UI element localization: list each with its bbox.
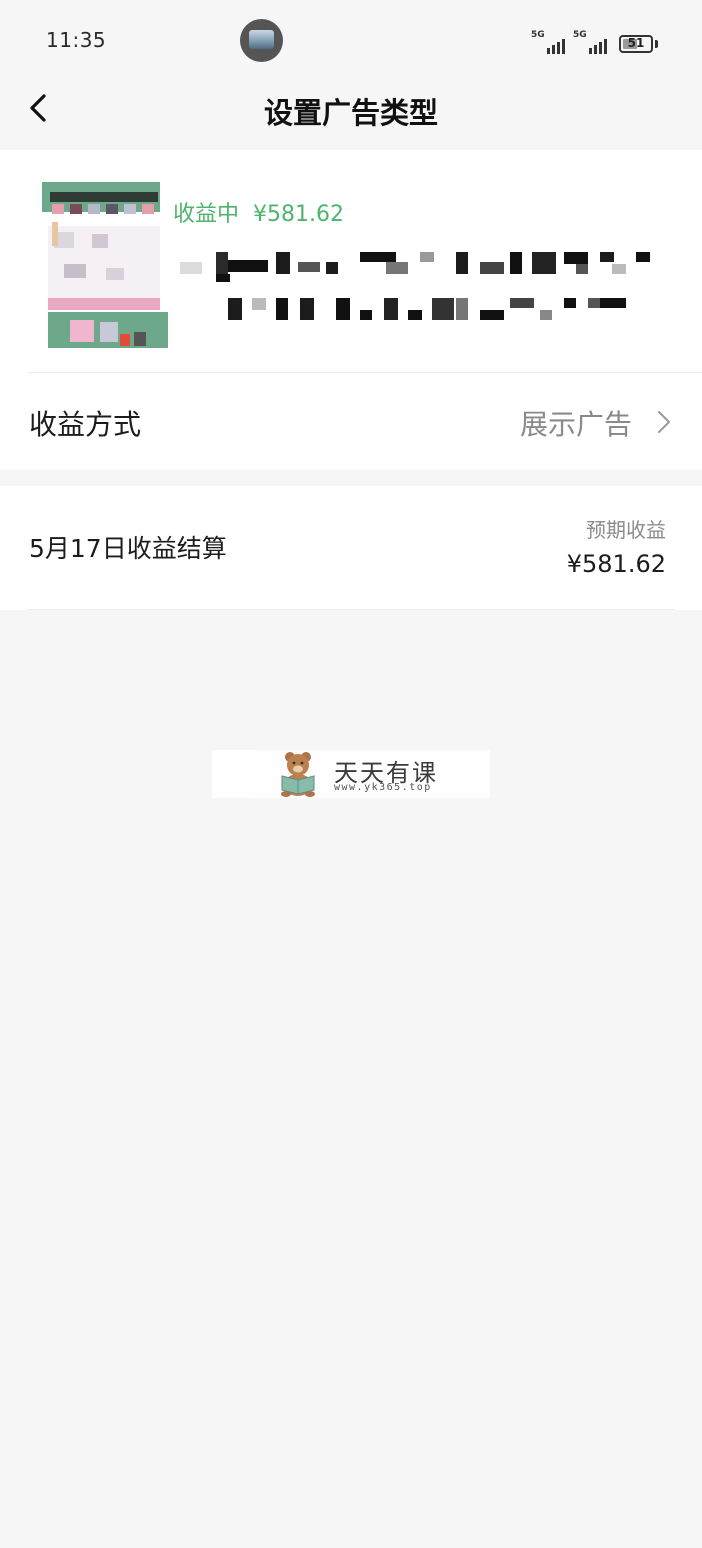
bear-reading-icon xyxy=(281,752,315,797)
watermark: 天天有课 www.yk365.top xyxy=(212,750,490,798)
gallery-app-icon xyxy=(240,19,283,62)
revenue-method-value: 展示广告 xyxy=(519,408,632,441)
ad-earning-amount: ¥581.62 xyxy=(253,202,344,227)
status-time: 11:35 xyxy=(46,28,107,52)
expected-earnings-amount: ¥581.62 xyxy=(566,550,666,578)
settlement-date-label: 5月17日收益结算 xyxy=(29,534,227,563)
ad-card[interactable]: 收益中 ¥581.62 收益方式 展示广告 xyxy=(0,150,702,470)
nav-bar: 设置广告类型 xyxy=(0,80,702,148)
signal-icon: 5G xyxy=(531,30,565,54)
battery-level: 51 xyxy=(627,36,645,50)
revenue-method-row[interactable]: 收益方式 展示广告 xyxy=(0,373,702,470)
ad-title-redacted xyxy=(180,248,650,328)
ad-thumbnail xyxy=(42,182,168,350)
revenue-method-label: 收益方式 xyxy=(29,408,142,441)
page-title: 设置广告类型 xyxy=(263,96,438,130)
status-indicators: 5G 5G 51 xyxy=(531,28,658,54)
ad-status-label: 收益中 xyxy=(173,202,240,227)
settlement-row[interactable]: 5月17日收益结算 预期收益 ¥581.62 xyxy=(0,486,702,610)
divider xyxy=(28,609,674,610)
ad-earning-status: 收益中 ¥581.62 xyxy=(173,196,344,228)
chevron-right-icon xyxy=(658,411,670,433)
signal-icon: 5G xyxy=(573,30,607,54)
battery-icon: 51 xyxy=(619,35,653,53)
watermark-url: www.yk365.top xyxy=(334,782,432,793)
expected-earnings-label: 预期收益 xyxy=(586,518,666,542)
status-bar: 11:35 5G 5G 51 xyxy=(0,0,702,80)
